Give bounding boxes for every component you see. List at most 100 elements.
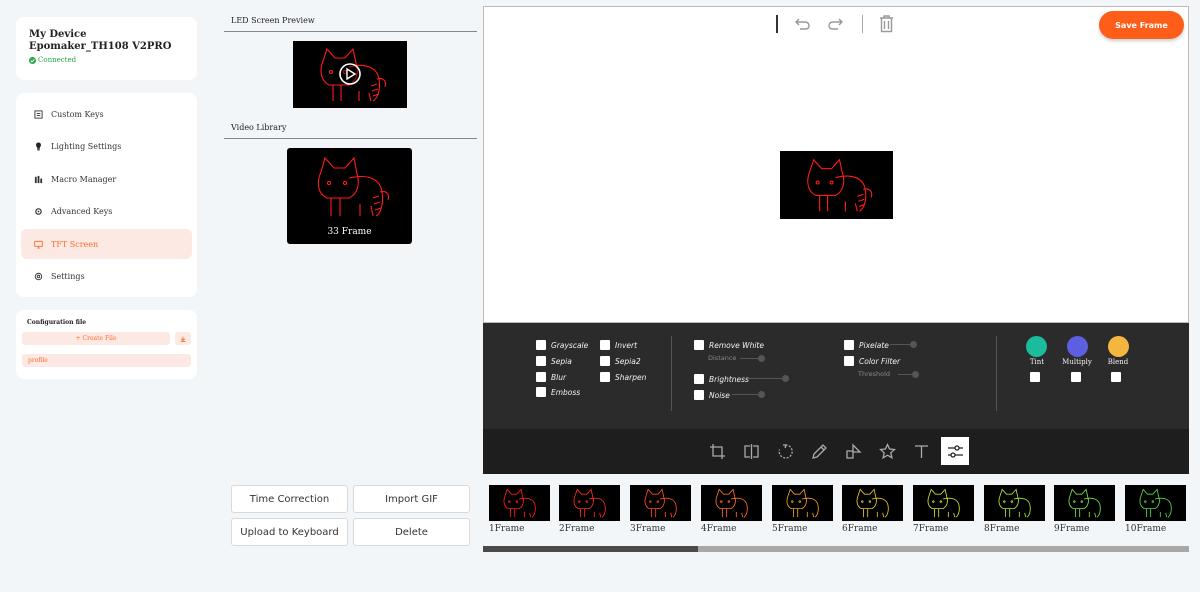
save-frame-button[interactable]: Save Frame <box>1099 11 1184 39</box>
frame-item[interactable]: 8Frame <box>984 485 1045 534</box>
library-item[interactable]: 33 Frame <box>287 148 412 244</box>
checkbox-box[interactable] <box>536 340 546 350</box>
import-gif-button[interactable]: Import GIF <box>353 485 470 513</box>
frame-item[interactable]: 1Frame <box>489 485 550 534</box>
create-file-label: Create File <box>82 335 117 342</box>
text-tool[interactable] <box>908 438 934 464</box>
frame-item[interactable]: 9Frame <box>1054 485 1115 534</box>
upload-to-keyboard-button[interactable]: Upload to Keyboard <box>231 518 348 546</box>
frame-thumbnail[interactable] <box>1125 485 1186 521</box>
download-button[interactable] <box>175 332 191 345</box>
frame-thumbnail[interactable] <box>984 485 1045 521</box>
checkbox-box[interactable] <box>600 356 610 366</box>
create-file-button[interactable]: + Create File <box>22 332 170 345</box>
frame-label: 8Frame <box>984 524 1020 534</box>
frame-thumbnail[interactable] <box>913 485 974 521</box>
multiply-swatch[interactable] <box>1067 336 1088 357</box>
divider <box>224 138 477 139</box>
multiply-checkbox[interactable] <box>1071 372 1081 382</box>
distance-slider[interactable] <box>740 355 765 362</box>
tool-bar <box>483 429 1189 474</box>
threshold-slider[interactable] <box>898 371 919 378</box>
noise-checkbox[interactable]: Noise <box>694 390 730 400</box>
checkbox-box[interactable] <box>536 387 546 397</box>
pixelate-slider[interactable] <box>890 341 917 348</box>
emboss-checkbox[interactable]: Emboss <box>536 387 580 397</box>
frame-thumbnail[interactable] <box>701 485 762 521</box>
frame-thumbnail[interactable] <box>489 485 550 521</box>
frame-item[interactable]: 5Frame <box>772 485 833 534</box>
invert-checkbox[interactable]: Invert <box>600 340 637 350</box>
frame-item[interactable]: 6Frame <box>842 485 903 534</box>
blend-checkbox[interactable] <box>1111 372 1121 382</box>
frame-item[interactable]: 10Frame <box>1125 485 1186 534</box>
sidebar-item-custom-keys[interactable]: Custom Keys <box>21 99 192 129</box>
sidebar-item-tft-screen[interactable]: TFT Screen <box>21 229 192 259</box>
brightness-checkbox[interactable]: Brightness <box>694 374 749 384</box>
checkbox-box[interactable] <box>694 390 704 400</box>
sticker-tool[interactable] <box>874 438 900 464</box>
frame-item[interactable]: 7Frame <box>913 485 974 534</box>
frame-thumbnail[interactable] <box>772 485 833 521</box>
frame-item[interactable]: 4Frame <box>701 485 762 534</box>
rotate-tool[interactable] <box>772 438 798 464</box>
slider-handle[interactable] <box>912 371 919 378</box>
redo-button[interactable] <box>827 16 844 35</box>
grayscale-checkbox[interactable]: Grayscale <box>536 340 588 350</box>
frame-thumbnail[interactable] <box>559 485 620 521</box>
frame-label: 10Frame <box>1125 524 1167 534</box>
filter-tool[interactable] <box>941 437 969 465</box>
sidebar-item-lighting-settings[interactable]: Lighting Settings <box>21 132 192 162</box>
undo-button[interactable] <box>794 16 811 35</box>
sepia2-checkbox[interactable]: Sepia2 <box>600 356 641 366</box>
remove-white-checkbox[interactable]: Remove White <box>694 340 764 350</box>
noise-slider[interactable] <box>732 391 765 398</box>
editor-frame-image[interactable] <box>780 151 893 219</box>
frame-thumbnail[interactable] <box>842 485 903 521</box>
sepia-checkbox[interactable]: Sepia <box>536 356 572 366</box>
checkbox-box[interactable] <box>600 340 610 350</box>
checkbox-box[interactable] <box>536 372 546 382</box>
pixelate-checkbox[interactable]: Pixelate <box>844 340 889 350</box>
blur-checkbox[interactable]: Blur <box>536 372 566 382</box>
sidebar-item-macro-manager[interactable]: Macro Manager <box>21 164 192 194</box>
checkbox-box[interactable] <box>694 374 704 384</box>
cat-image <box>715 488 748 518</box>
delete-button[interactable]: Delete <box>353 518 470 546</box>
flip-tool[interactable] <box>738 438 764 464</box>
blend-swatch[interactable] <box>1108 336 1129 357</box>
tint-swatch[interactable] <box>1026 336 1047 357</box>
frame-item[interactable]: 2Frame <box>559 485 620 534</box>
sidebar-item-settings[interactable]: Settings <box>21 262 192 292</box>
slider-handle[interactable] <box>758 355 765 362</box>
led-preview[interactable] <box>293 41 407 108</box>
slider-handle[interactable] <box>782 375 789 382</box>
checkbox-box[interactable] <box>600 372 610 382</box>
sidebar-item-advanced-keys[interactable]: Advanced Keys <box>21 197 192 227</box>
time-correction-button[interactable]: Time Correction <box>231 485 348 513</box>
checkbox-box[interactable] <box>844 356 854 366</box>
frame-thumbnail[interactable] <box>1054 485 1115 521</box>
checkbox-box[interactable] <box>536 356 546 366</box>
tint-checkbox[interactable] <box>1030 372 1040 382</box>
slider-handle[interactable] <box>910 341 917 348</box>
frame-item[interactable]: 3Frame <box>630 485 691 534</box>
undo-icon <box>795 18 810 30</box>
color-filter-checkbox[interactable]: Color Filter <box>844 356 900 366</box>
shape-tool[interactable] <box>840 438 866 464</box>
brightness-slider[interactable] <box>748 375 789 382</box>
trash-button[interactable] <box>879 15 894 37</box>
divider <box>862 15 863 33</box>
frame-thumbnail[interactable] <box>630 485 691 521</box>
slider-handle[interactable] <box>758 391 765 398</box>
checkbox-box[interactable] <box>694 340 704 350</box>
frame-label: 5Frame <box>772 524 808 534</box>
profile-item[interactable]: profile <box>22 354 191 367</box>
filter-label: Remove White <box>709 340 764 350</box>
scrollbar-thumb[interactable] <box>483 546 698 552</box>
checkbox-box[interactable] <box>844 340 854 350</box>
crop-tool[interactable] <box>704 438 730 464</box>
device-status-text: Connected <box>38 56 77 64</box>
draw-tool[interactable] <box>806 438 832 464</box>
sharpen-checkbox[interactable]: Sharpen <box>600 372 646 382</box>
